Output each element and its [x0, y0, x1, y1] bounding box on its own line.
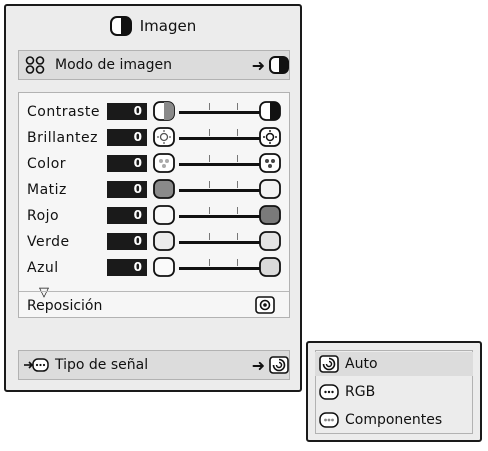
adjustment-value: 0 [107, 207, 147, 224]
adjustment-value: 0 [107, 233, 147, 250]
picture-mode-item[interactable]: Modo de imagen ➜ [18, 50, 290, 80]
signal-input-icon [23, 357, 49, 373]
auto-signal-icon [319, 355, 339, 373]
contrast-slider[interactable] [179, 103, 269, 121]
color-high-icon [259, 153, 281, 173]
adjustment-row-tint[interactable]: Matiz 0 [27, 178, 293, 202]
arrow-right-icon: ➜ [251, 55, 265, 75]
adjustment-value: 0 [107, 103, 147, 120]
adjustment-label: Brillantez [27, 130, 98, 146]
adjustment-label: Azul [27, 260, 59, 276]
adjustment-value: 0 [107, 259, 147, 276]
red-light-icon [153, 205, 175, 225]
picture-menu: Imagen Modo de imagen ➜ Contraste 0 Bril… [4, 4, 302, 392]
picture-mode-label: Modo de imagen [55, 57, 172, 73]
adjustment-row-color[interactable]: Color 0 [27, 152, 293, 176]
adjustment-row-blue[interactable]: Azul 0 [27, 256, 293, 280]
signal-option-auto[interactable]: Auto [315, 352, 473, 376]
tint-slider[interactable] [179, 181, 269, 199]
arrow-right-icon: ➜ [251, 355, 265, 375]
divider [19, 291, 289, 292]
adjustment-value: 0 [107, 129, 147, 146]
signal-type-popup: Auto RGB Componentes [306, 341, 482, 442]
signal-option-label: RGB [345, 384, 376, 400]
color-slider[interactable] [179, 155, 269, 173]
brightness-slider[interactable] [179, 129, 269, 147]
reset-icon[interactable] [255, 296, 275, 314]
adjustment-row-contrast[interactable]: Contraste 0 [27, 100, 293, 124]
picture-mode-value-icon [269, 56, 289, 74]
picture-icon [109, 16, 132, 36]
component-signal-icon [319, 411, 339, 429]
adjustment-label: Matiz [27, 182, 67, 198]
adjustment-label: Color [27, 156, 67, 172]
signal-option-rgb[interactable]: RGB [315, 380, 473, 404]
adjustment-value: 0 [107, 181, 147, 198]
adjustment-label: Rojo [27, 208, 60, 224]
adjustment-row-green[interactable]: Verde 0 [27, 230, 293, 254]
contrast-low-icon [153, 101, 175, 121]
menu-title: Imagen [139, 17, 197, 35]
blue-dark-icon [259, 257, 281, 277]
contrast-high-icon [259, 101, 281, 121]
brightness-low-icon [153, 127, 175, 147]
tint-light-icon [259, 179, 281, 199]
signal-type-value-icon [269, 356, 289, 374]
signal-type-label: Tipo de señal [55, 357, 149, 373]
red-slider[interactable] [179, 207, 269, 225]
rgb-signal-icon [319, 383, 339, 401]
adjustment-row-brightness[interactable]: Brillantez 0 [27, 126, 293, 150]
blue-light-icon [153, 257, 175, 277]
green-slider[interactable] [179, 233, 269, 251]
menu-header: Imagen [6, 6, 300, 46]
green-dark-icon [259, 231, 281, 251]
picture-mode-icon [25, 56, 47, 74]
brightness-high-icon [259, 127, 281, 147]
tint-dark-icon [153, 179, 175, 199]
adjustment-panel: Contraste 0 Brillantez 0 Color 0 Matiz 0 [18, 92, 290, 318]
adjustment-row-red[interactable]: Rojo 0 [27, 204, 293, 228]
green-light-icon [153, 231, 175, 251]
signal-option-component[interactable]: Componentes [315, 408, 473, 432]
adjustment-label: Verde [27, 234, 70, 250]
reset-label[interactable]: Reposición [27, 298, 102, 314]
signal-option-label: Auto [345, 356, 378, 372]
signal-type-item[interactable]: Tipo de señal ➜ [18, 350, 290, 380]
adjustment-label: Contraste [27, 104, 100, 120]
red-dark-icon [259, 205, 281, 225]
signal-option-label: Componentes [345, 412, 443, 428]
color-low-icon [153, 153, 175, 173]
blue-slider[interactable] [179, 259, 269, 277]
adjustment-value: 0 [107, 155, 147, 172]
